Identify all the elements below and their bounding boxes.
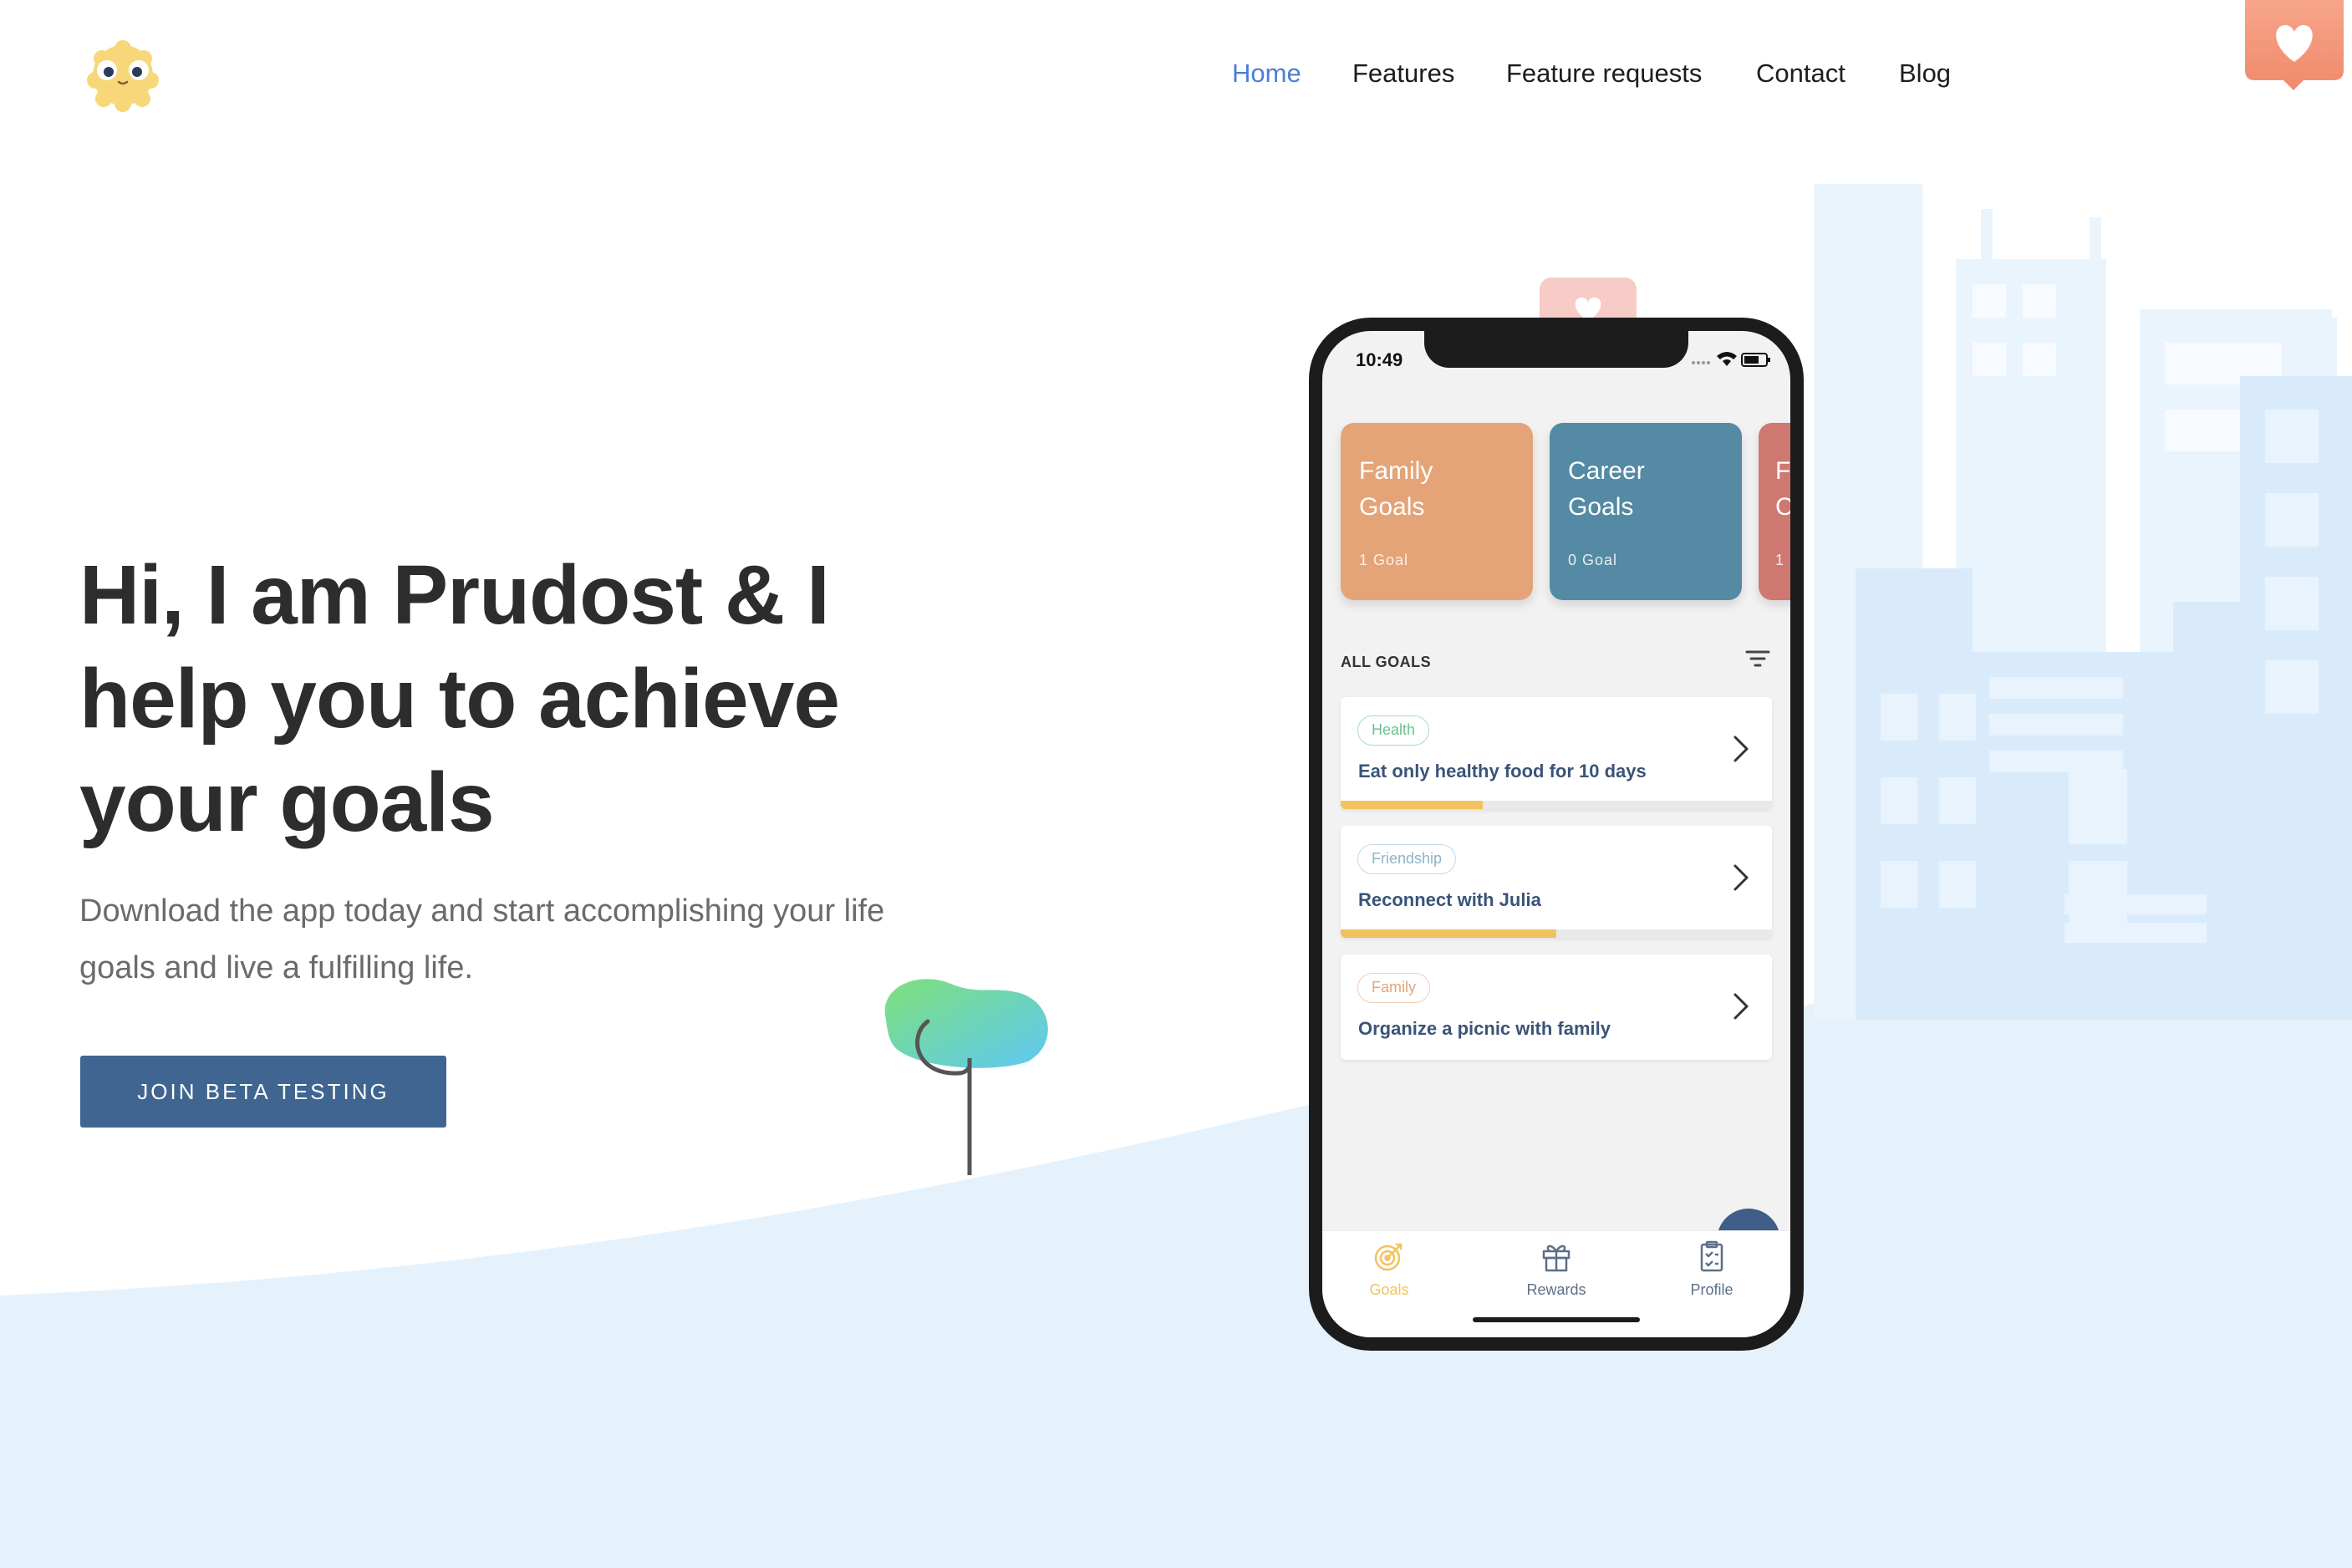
status-time: 10:49 xyxy=(1356,349,1403,370)
phone-mockup: 10:49 Family Goals 1 Goal Career Goals 0… xyxy=(1309,318,1804,1351)
goal-text: Eat only healthy food for 10 days xyxy=(1358,761,1647,781)
category-count: 0 Goal xyxy=(1568,552,1618,568)
goal-card-health[interactable]: Health Eat only healthy food for 10 days xyxy=(1341,697,1772,809)
goal-tag: Friendship xyxy=(1357,844,1457,874)
tab-rewards[interactable]: Rewards xyxy=(1498,1240,1615,1315)
nav-blog-link[interactable]: Blog xyxy=(1899,53,1951,94)
category-title-line-2: Goals xyxy=(1568,493,1634,521)
hero-title-line-3: your goals xyxy=(79,756,495,849)
nav-home-link[interactable]: Home xyxy=(1232,53,1301,94)
category-card-third[interactable]: F C 1 xyxy=(1759,423,1790,600)
category-title: Family Goals xyxy=(1359,453,1526,525)
category-title-line-1: F xyxy=(1775,457,1790,485)
category-count: 1 xyxy=(1775,552,1785,568)
category-title-line-2: Goals xyxy=(1359,493,1425,521)
status-icons xyxy=(1692,352,1770,367)
nav-contact-link[interactable]: Contact xyxy=(1756,53,1845,94)
hero-title-line-2: help you to achieve xyxy=(79,652,840,746)
goal-progress-bar xyxy=(1341,801,1484,809)
nav-features-link[interactable]: Features xyxy=(1352,53,1454,94)
category-card-career[interactable]: Career Goals 0 Goal xyxy=(1550,423,1742,600)
tab-label: Profile xyxy=(1690,1281,1733,1298)
category-card-family[interactable]: Family Goals 1 Goal xyxy=(1341,423,1533,600)
goal-tag: Family xyxy=(1357,973,1430,1003)
goal-text: Reconnect with Julia xyxy=(1358,889,1541,910)
gift-icon xyxy=(1542,1245,1571,1272)
phone-screen: 10:49 Family Goals 1 Goal Career Goals 0… xyxy=(1322,331,1790,1337)
goal-text: Organize a picnic with family xyxy=(1358,1018,1611,1039)
goal-card-family[interactable]: Family Organize a picnic with family xyxy=(1341,955,1772,1060)
tab-goals[interactable]: Goals xyxy=(1331,1240,1448,1315)
tab-label: Goals xyxy=(1369,1281,1409,1298)
home-indicator xyxy=(1473,1317,1640,1322)
goal-card-friendship[interactable]: Friendship Reconnect with Julia xyxy=(1341,826,1772,938)
clipboard-icon xyxy=(1700,1240,1723,1272)
tab-label: Rewards xyxy=(1526,1281,1586,1298)
goal-progress-bar xyxy=(1341,929,1556,938)
phone-notch xyxy=(1424,331,1688,368)
main-nav: Home Features Feature requests Contact B… xyxy=(0,53,2352,94)
city-skyline-illustration xyxy=(1814,184,2352,1020)
hero-title: Hi, I am Prudost & I help you to achieve… xyxy=(79,543,999,854)
chevron-right-icon xyxy=(1733,736,1749,762)
join-beta-testing-button[interactable]: JOIN BETA TESTING xyxy=(80,1056,446,1128)
category-title: Career Goals xyxy=(1568,453,1735,525)
target-icon xyxy=(1374,1243,1403,1271)
filter-icon[interactable] xyxy=(1745,649,1770,669)
tree-illustration xyxy=(884,979,1048,1175)
chevron-right-icon xyxy=(1733,864,1749,891)
category-title-line-1: Family xyxy=(1359,457,1433,485)
tab-profile[interactable]: Profile xyxy=(1653,1240,1770,1315)
all-goals-heading: ALL GOALS xyxy=(1341,654,1432,670)
hero-title-line-1: Hi, I am Prudost & I xyxy=(79,548,830,642)
hero-subtitle-line-1: Download the app today and start accompl… xyxy=(79,893,885,929)
category-count: 1 Goal xyxy=(1359,552,1409,568)
nav-feature-requests-link[interactable]: Feature requests xyxy=(1506,53,1702,94)
category-title: F C xyxy=(1775,453,1790,525)
heart-icon[interactable] xyxy=(2245,0,2344,92)
chevron-right-icon xyxy=(1733,993,1749,1020)
category-title-line-2: C xyxy=(1775,493,1790,521)
category-title-line-1: Career xyxy=(1568,457,1645,485)
goal-tag: Health xyxy=(1357,715,1430,746)
